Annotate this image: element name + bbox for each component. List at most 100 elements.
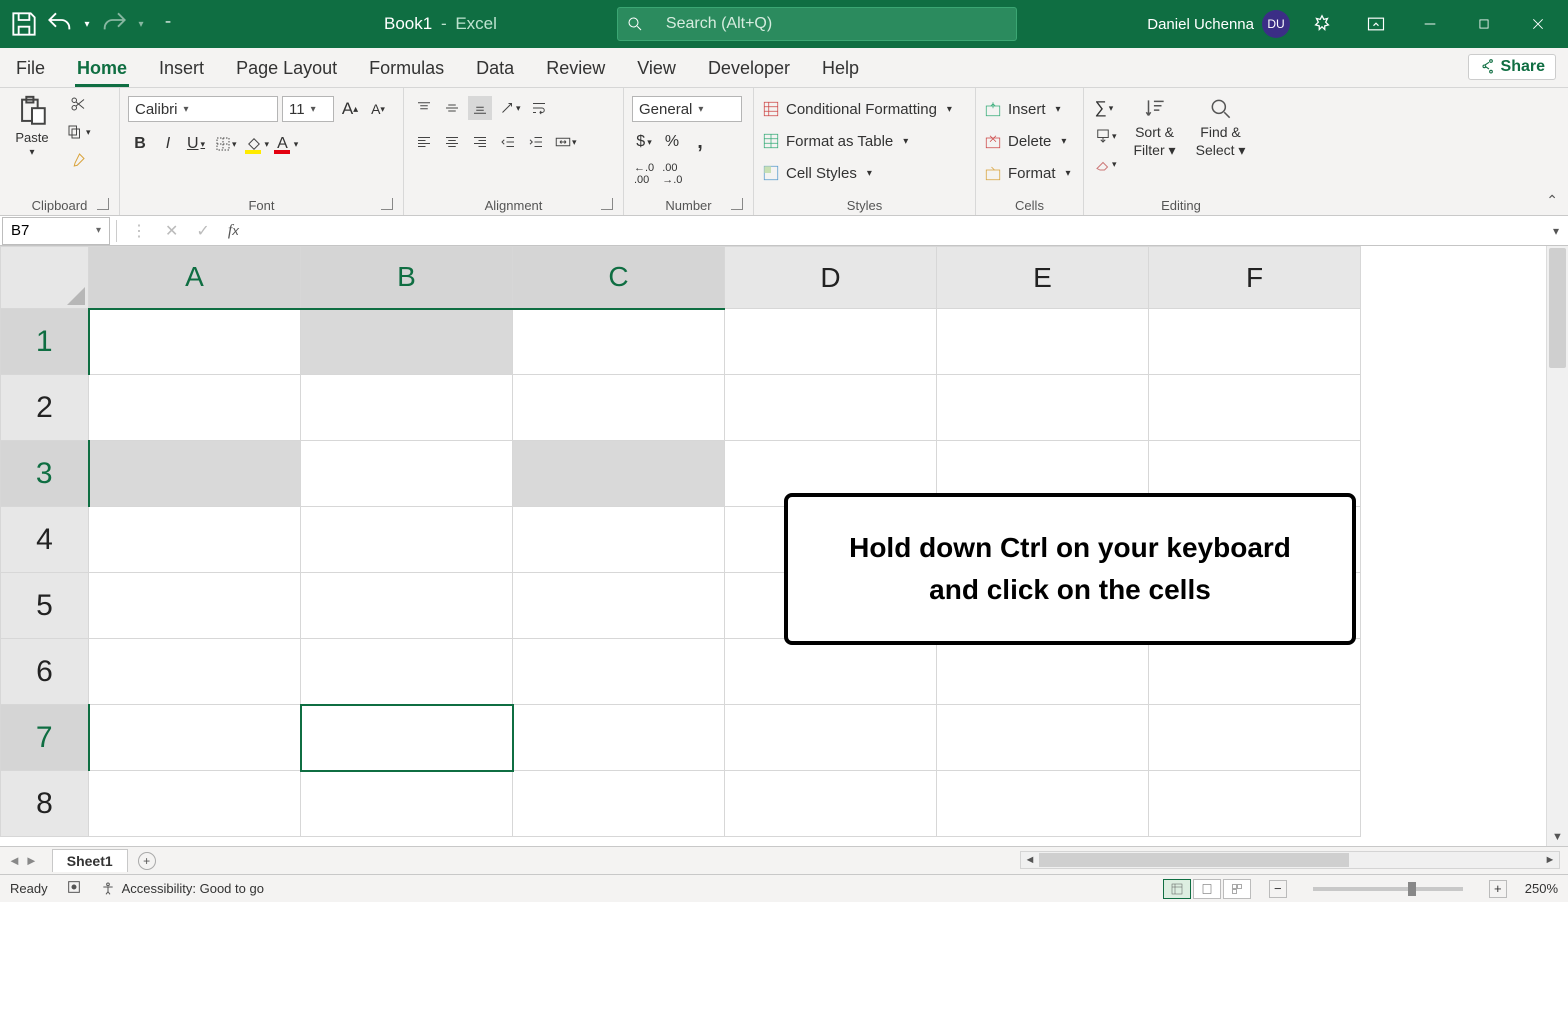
tab-developer[interactable]: Developer xyxy=(706,52,792,87)
cell-F7[interactable] xyxy=(1149,705,1361,771)
tab-insert[interactable]: Insert xyxy=(157,52,206,87)
cell-styles-button[interactable]: Cell Styles▾ xyxy=(762,160,872,186)
col-header-C[interactable]: C xyxy=(513,247,725,309)
page-layout-view-button[interactable] xyxy=(1193,879,1221,899)
tab-help[interactable]: Help xyxy=(820,52,861,87)
cell-C2[interactable] xyxy=(513,375,725,441)
cell-A4[interactable] xyxy=(89,507,301,573)
zoom-out-button[interactable]: − xyxy=(1269,880,1287,898)
macro-recorder-icon[interactable] xyxy=(66,879,82,898)
cell-A6[interactable] xyxy=(89,639,301,705)
cell-F1[interactable] xyxy=(1149,309,1361,375)
cell-C6[interactable] xyxy=(513,639,725,705)
orientation-button[interactable]: ▾ xyxy=(496,96,523,120)
font-launcher-icon[interactable] xyxy=(381,198,393,210)
cell-C8[interactable] xyxy=(513,771,725,837)
cell-B3[interactable] xyxy=(301,441,513,507)
cell-F8[interactable] xyxy=(1149,771,1361,837)
undo-icon[interactable] xyxy=(44,8,76,40)
cell-B5[interactable] xyxy=(301,573,513,639)
hscroll-thumb[interactable] xyxy=(1039,853,1349,867)
wrap-text-button[interactable] xyxy=(527,96,551,120)
tab-formulas[interactable]: Formulas xyxy=(367,52,446,87)
cell-C5[interactable] xyxy=(513,573,725,639)
cell-F6[interactable] xyxy=(1149,639,1361,705)
borders-button[interactable]: ▾ xyxy=(212,132,239,156)
copy-button[interactable]: ▾ xyxy=(64,120,93,144)
select-all-corner[interactable] xyxy=(1,247,89,309)
merge-center-button[interactable]: ▾ xyxy=(552,130,579,154)
row-header-4[interactable]: 4 xyxy=(1,507,89,573)
cell-F2[interactable] xyxy=(1149,375,1361,441)
cell-B7[interactable] xyxy=(301,705,513,771)
search-box[interactable]: Search (Alt+Q) xyxy=(617,7,1017,41)
account-badge[interactable]: Daniel Uchenna DU xyxy=(1147,10,1290,38)
bold-button[interactable]: B xyxy=(128,132,152,156)
cell-C1[interactable] xyxy=(513,309,725,375)
cell-C4[interactable] xyxy=(513,507,725,573)
increase-font-button[interactable]: A▴ xyxy=(338,97,362,121)
decrease-font-button[interactable]: A▾ xyxy=(366,97,390,121)
row-header-3[interactable]: 3 xyxy=(1,441,89,507)
number-launcher-icon[interactable] xyxy=(731,198,743,210)
comma-button[interactable]: , xyxy=(688,130,712,154)
formula-input[interactable] xyxy=(247,217,1544,245)
clear-button[interactable]: ▾ xyxy=(1092,152,1119,176)
conditional-formatting-button[interactable]: Conditional Formatting▾ xyxy=(762,96,952,122)
horizontal-scrollbar[interactable]: ◄ ► xyxy=(1020,851,1560,869)
cell-E2[interactable] xyxy=(937,375,1149,441)
scroll-down-icon[interactable]: ▼ xyxy=(1547,828,1568,846)
row-header-5[interactable]: 5 xyxy=(1,573,89,639)
font-name-combo[interactable]: Calibri▾ xyxy=(128,96,278,122)
coming-soon-icon[interactable] xyxy=(1300,4,1344,44)
accessibility-status[interactable]: Accessibility: Good to go xyxy=(100,881,264,897)
cell-E7[interactable] xyxy=(937,705,1149,771)
clipboard-launcher-icon[interactable] xyxy=(97,198,109,210)
accounting-button[interactable]: $▾ xyxy=(632,130,656,154)
align-top-button[interactable] xyxy=(412,96,436,120)
cell-E6[interactable] xyxy=(937,639,1149,705)
align-bottom-button[interactable] xyxy=(468,96,492,120)
cell-A2[interactable] xyxy=(89,375,301,441)
tab-home[interactable]: Home xyxy=(75,52,129,87)
enter-formula-icon[interactable]: ✓ xyxy=(196,221,209,241)
fill-color-button[interactable]: ▾ xyxy=(243,132,272,156)
row-header-1[interactable]: 1 xyxy=(1,309,89,375)
cell-B8[interactable] xyxy=(301,771,513,837)
zoom-level[interactable]: 250% xyxy=(1525,881,1558,896)
zoom-in-button[interactable]: + xyxy=(1489,880,1507,898)
alignment-launcher-icon[interactable] xyxy=(601,198,613,210)
cell-A7[interactable] xyxy=(89,705,301,771)
next-sheet-icon[interactable]: ► xyxy=(25,853,38,868)
align-left-button[interactable] xyxy=(412,130,436,154)
tab-review[interactable]: Review xyxy=(544,52,607,87)
page-break-view-button[interactable] xyxy=(1223,879,1251,899)
scroll-right-icon[interactable]: ► xyxy=(1541,854,1559,866)
cell-A3[interactable] xyxy=(89,441,301,507)
save-icon[interactable] xyxy=(8,8,40,40)
align-center-button[interactable] xyxy=(440,130,464,154)
cancel-formula-icon[interactable]: ✕ xyxy=(165,221,178,241)
cell-D1[interactable] xyxy=(725,309,937,375)
expand-formula-bar-icon[interactable]: ▾ xyxy=(1544,224,1568,238)
col-header-F[interactable]: F xyxy=(1149,247,1361,309)
maximize-icon[interactable] xyxy=(1462,4,1506,44)
prev-sheet-icon[interactable]: ◄ xyxy=(8,853,21,868)
row-header-2[interactable]: 2 xyxy=(1,375,89,441)
cell-B4[interactable] xyxy=(301,507,513,573)
cell-C7[interactable] xyxy=(513,705,725,771)
fill-button[interactable]: ▾ xyxy=(1092,124,1119,148)
cell-C3[interactable] xyxy=(513,441,725,507)
find-select-button[interactable]: Find & Select ▾ xyxy=(1191,96,1251,159)
cell-B6[interactable] xyxy=(301,639,513,705)
redo-dropdown-icon[interactable]: ▾ xyxy=(134,8,148,40)
decrease-decimal-button[interactable]: .00→.0 xyxy=(660,162,684,186)
italic-button[interactable]: I xyxy=(156,132,180,156)
cell-A1[interactable] xyxy=(89,309,301,375)
sort-filter-button[interactable]: Sort & Filter ▾ xyxy=(1125,96,1185,159)
col-header-E[interactable]: E xyxy=(937,247,1149,309)
zoom-slider[interactable] xyxy=(1313,887,1463,891)
scroll-left-icon[interactable]: ◄ xyxy=(1021,854,1039,866)
scroll-thumb[interactable] xyxy=(1549,248,1566,368)
format-as-table-button[interactable]: Format as Table▾ xyxy=(762,128,908,154)
